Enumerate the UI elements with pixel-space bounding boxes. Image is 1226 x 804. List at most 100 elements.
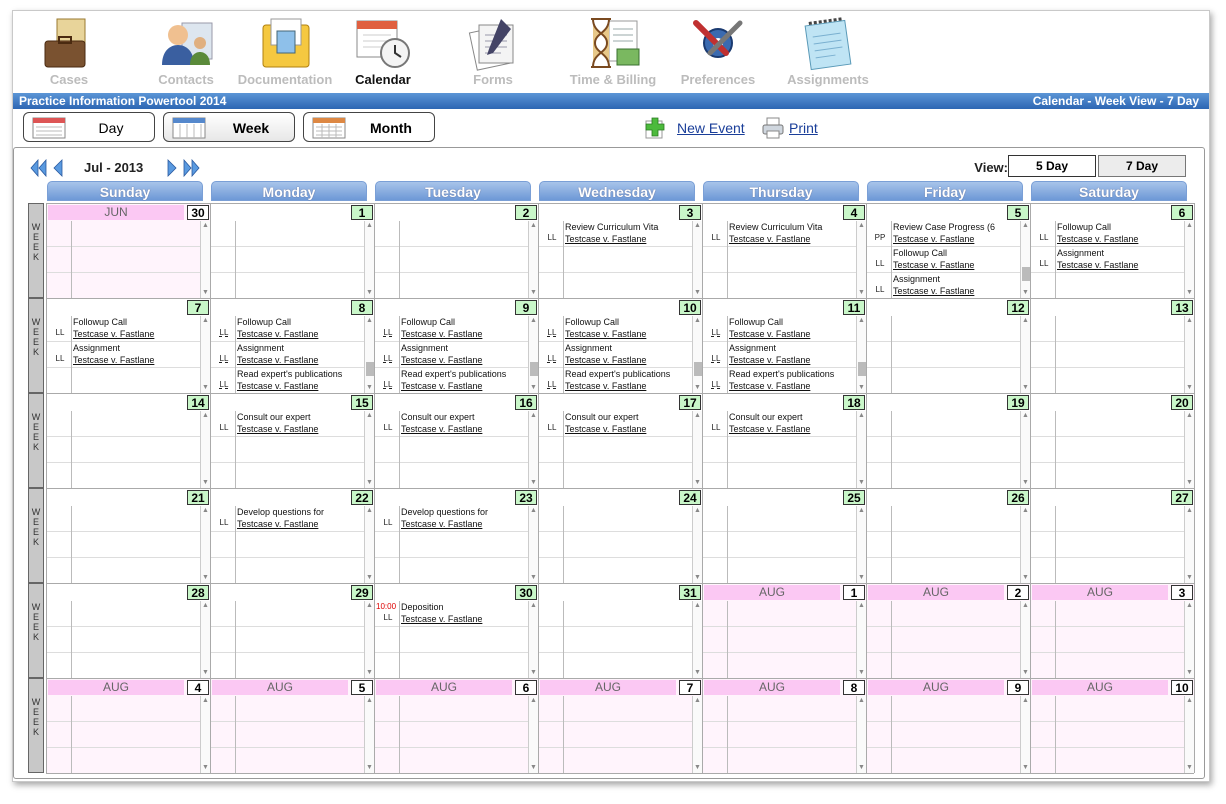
day-number[interactable]: 19	[1007, 395, 1029, 410]
event-case-link[interactable]: Testcase v. Fastlane	[401, 613, 482, 625]
printer-icon[interactable]	[761, 116, 785, 140]
event-case-link[interactable]: Testcase v. Fastlane	[893, 233, 974, 245]
day-number[interactable]: 7	[679, 680, 701, 695]
scroll-down-icon[interactable]: ▼	[202, 574, 209, 582]
cell-scrollbar[interactable]: ▲ ▼	[364, 696, 374, 773]
day-cell[interactable]: 28 ▲ ▼	[46, 583, 210, 678]
cell-scrollbar[interactable]: ▲ ▼	[528, 411, 538, 488]
day-cell[interactable]: AUG 7 ▲ ▼	[538, 678, 702, 773]
scroll-down-icon[interactable]: ▼	[1022, 289, 1029, 297]
day-cell[interactable]: 19 ▲ ▼	[866, 393, 1030, 488]
cell-scrollbar[interactable]: ▲ ▼	[364, 601, 374, 678]
day-number[interactable]: 8	[843, 680, 865, 695]
day-cell[interactable]: 10 LL Followup Call Testcase v. Fastlane LL A…	[538, 298, 702, 393]
scroll-down-icon[interactable]: ▼	[530, 574, 537, 582]
scroll-down-icon[interactable]: ▼	[1022, 669, 1029, 677]
new-event-link[interactable]: New Event	[677, 120, 745, 136]
scroll-down-icon[interactable]: ▼	[366, 764, 373, 772]
previous-arrow-icon[interactable]	[52, 158, 64, 178]
cell-scrollbar[interactable]: ▲ ▼	[200, 696, 210, 773]
scroll-down-icon[interactable]: ▼	[694, 384, 701, 392]
cell-scrollbar[interactable]: ▲ ▼	[692, 316, 702, 393]
day-cell[interactable]: 9 LL Followup Call Testcase v. Fastlane LL As…	[374, 298, 538, 393]
scroll-down-icon[interactable]: ▼	[202, 669, 209, 677]
day-cell[interactable]: 25 ▲ ▼	[702, 488, 866, 583]
day-cell[interactable]: JUN 30 ▲ ▼	[46, 203, 210, 298]
cell-scrollbar[interactable]: ▲ ▼	[200, 601, 210, 678]
nav-forms[interactable]: Forms	[459, 11, 527, 91]
day-number[interactable]: 14	[187, 395, 209, 410]
event-case-link[interactable]: Testcase v. Fastlane	[73, 328, 154, 340]
event-item[interactable]: LL Review Curriculum Vita Testcase v. Fast…	[703, 221, 854, 247]
day-cell[interactable]: 6 LL Followup Call Testcase v. Fastlane LL As…	[1030, 203, 1194, 298]
day-number[interactable]: 8	[351, 300, 373, 315]
scroll-up-icon[interactable]: ▲	[1186, 222, 1193, 230]
scroll-up-icon[interactable]: ▲	[858, 222, 865, 230]
print-link[interactable]: Print	[789, 120, 818, 136]
scroll-down-icon[interactable]: ▼	[1186, 479, 1193, 487]
scroll-up-icon[interactable]: ▲	[202, 602, 209, 610]
cell-scrollbar[interactable]: ▲ ▼	[200, 411, 210, 488]
day-cell[interactable]: 1 ▲ ▼	[210, 203, 374, 298]
event-case-link[interactable]: Testcase v. Fastlane	[729, 380, 810, 392]
cell-scrollbar[interactable]: ▲ ▼	[856, 696, 866, 773]
day-cell[interactable]: 5 PP Review Case Progress (6 Testcase v. Fa…	[866, 203, 1030, 298]
scroll-up-icon[interactable]: ▲	[366, 222, 373, 230]
event-item[interactable]: LL Read expert's publications Testcase v. …	[539, 368, 690, 393]
scroll-up-icon[interactable]: ▲	[202, 222, 209, 230]
scroll-down-icon[interactable]: ▼	[1022, 764, 1029, 772]
scroll-up-icon[interactable]: ▲	[694, 602, 701, 610]
event-item[interactable]: LL Followup Call Testcase v. Fastlane	[703, 316, 854, 342]
day-cell[interactable]: 27 ▲ ▼	[1030, 488, 1194, 583]
event-item[interactable]: LL Assignment Testcase v. Fastlane	[539, 342, 690, 368]
month-view-button[interactable]: Month	[303, 112, 435, 142]
scroll-down-icon[interactable]: ▼	[858, 289, 865, 297]
nav-documentation[interactable]: Documentation	[231, 11, 339, 91]
scroll-down-icon[interactable]: ▼	[530, 669, 537, 677]
scroll-down-icon[interactable]: ▼	[694, 669, 701, 677]
scroll-up-icon[interactable]: ▲	[530, 602, 537, 610]
event-item[interactable]: LL Develop questions for Testcase v. Fastl…	[375, 506, 526, 532]
scroll-down-icon[interactable]: ▼	[1186, 669, 1193, 677]
day-number[interactable]: 9	[1007, 680, 1029, 695]
event-case-link[interactable]: Testcase v. Fastlane	[401, 380, 482, 392]
day-cell[interactable]: 3 LL Review Curriculum Vita Testcase v. Fas…	[538, 203, 702, 298]
event-item[interactable]: LL Followup Call Testcase v. Fastlane	[375, 316, 526, 342]
week-select-button[interactable]: WEEK	[28, 393, 44, 488]
scroll-up-icon[interactable]: ▲	[530, 412, 537, 420]
nav-time-billing[interactable]: Time & Billing	[563, 11, 663, 91]
cell-scrollbar[interactable]: ▲ ▼	[856, 411, 866, 488]
event-case-link[interactable]: Testcase v. Fastlane	[237, 354, 318, 366]
scroll-down-icon[interactable]: ▼	[694, 574, 701, 582]
day-number[interactable]: 4	[187, 680, 209, 695]
event-item[interactable]: LL Develop questions for Testcase v. Fastl…	[211, 506, 362, 532]
week-select-button[interactable]: WEEK	[28, 298, 44, 393]
event-item[interactable]: PP Review Case Progress (6 Testcase v. Fas…	[867, 221, 1018, 247]
scroll-down-icon[interactable]: ▼	[858, 764, 865, 772]
scroll-down-icon[interactable]: ▼	[694, 764, 701, 772]
cell-scrollbar[interactable]: ▲ ▼	[528, 506, 538, 583]
scroll-up-icon[interactable]: ▲	[694, 697, 701, 705]
event-case-link[interactable]: Testcase v. Fastlane	[729, 328, 810, 340]
cell-scrollbar[interactable]: ▲ ▼	[200, 221, 210, 298]
cell-scrollbar[interactable]: ▲ ▼	[528, 221, 538, 298]
scroll-up-icon[interactable]: ▲	[530, 507, 537, 515]
cell-scrollbar[interactable]: ▲ ▼	[364, 316, 374, 393]
event-case-link[interactable]: Testcase v. Fastlane	[729, 233, 810, 245]
day-view-button[interactable]: Day	[23, 112, 155, 142]
cell-scrollbar[interactable]: ▲ ▼	[1020, 696, 1030, 773]
scroll-down-icon[interactable]: ▼	[1022, 384, 1029, 392]
day-cell[interactable]: 11 LL Followup Call Testcase v. Fastlane LL A…	[702, 298, 866, 393]
cell-scrollbar[interactable]: ▲ ▼	[692, 411, 702, 488]
day-number[interactable]: 10	[679, 300, 701, 315]
cell-scrollbar[interactable]: ▲ ▼	[856, 506, 866, 583]
day-number[interactable]: 3	[679, 205, 701, 220]
event-item[interactable]: LL Followup Call Testcase v. Fastlane	[211, 316, 362, 342]
scroll-down-icon[interactable]: ▼	[530, 764, 537, 772]
day-number[interactable]: 28	[187, 585, 209, 600]
scroll-down-icon[interactable]: ▼	[366, 289, 373, 297]
day-cell[interactable]: AUG 9 ▲ ▼	[866, 678, 1030, 773]
event-case-link[interactable]: Testcase v. Fastlane	[401, 354, 482, 366]
day-number[interactable]: 15	[351, 395, 373, 410]
day-number[interactable]: 31	[679, 585, 701, 600]
